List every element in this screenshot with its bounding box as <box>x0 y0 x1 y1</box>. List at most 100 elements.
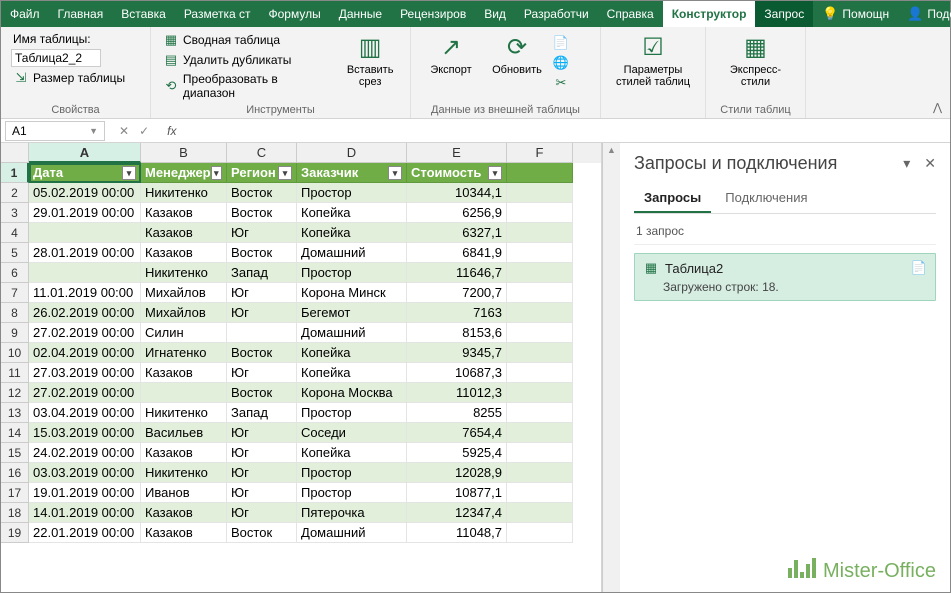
table-cell[interactable]: 15.03.2019 00:00 <box>29 423 141 443</box>
empty-cell[interactable] <box>507 363 573 383</box>
table-cell[interactable]: Казаков <box>141 523 227 543</box>
table-cell[interactable]: Казаков <box>141 503 227 523</box>
table-cell[interactable]: Восток <box>227 243 297 263</box>
table-cell[interactable]: Юг <box>227 223 297 243</box>
query-item[interactable]: ▦Таблица2 📄 Загружено строк: 18. <box>634 253 936 301</box>
table-cell[interactable]: Простор <box>297 463 407 483</box>
table-cell[interactable]: Бегемот <box>297 303 407 323</box>
tab-9[interactable]: Справка <box>598 1 663 27</box>
table-cell[interactable]: Домашний <box>297 523 407 543</box>
table-cell[interactable]: Иванов <box>141 483 227 503</box>
table-cell[interactable]: 6841,9 <box>407 243 507 263</box>
open-browser-icon[interactable]: 🌐 <box>553 55 569 71</box>
pane-tab-queries[interactable]: Запросы <box>634 184 711 213</box>
query-item-menu-icon[interactable]: 📄 <box>911 260 927 276</box>
table-cell[interactable]: Пятерочка <box>297 503 407 523</box>
empty-cell[interactable] <box>507 403 573 423</box>
col-header-f[interactable]: F <box>507 143 573 163</box>
table-cell[interactable]: Простор <box>297 403 407 423</box>
refresh-button[interactable]: ⟳Обновить <box>487 31 547 78</box>
row-header[interactable]: 4 <box>1 223 29 243</box>
empty-cell[interactable] <box>507 463 573 483</box>
table-cell[interactable]: Никитенко <box>141 183 227 203</box>
table-cell[interactable]: Корона Минск <box>297 283 407 303</box>
empty-cell[interactable] <box>507 523 573 543</box>
table-cell[interactable]: Запад <box>227 403 297 423</box>
name-box[interactable]: A1▼ <box>5 121 105 141</box>
help-button[interactable]: 💡Помощн <box>813 1 898 27</box>
tab-2[interactable]: Вставка <box>112 1 175 27</box>
col-header-b[interactable]: B <box>141 143 227 163</box>
empty-cell[interactable] <box>507 243 573 263</box>
filter-dropdown-icon[interactable]: ▾ <box>211 166 222 180</box>
table-header-cell[interactable]: Заказчик▾ <box>297 163 407 183</box>
vertical-scrollbar[interactable]: ▲ <box>602 143 620 592</box>
table-cell[interactable]: 26.02.2019 00:00 <box>29 303 141 323</box>
filter-dropdown-icon[interactable]: ▾ <box>278 166 292 180</box>
col-header-d[interactable]: D <box>297 143 407 163</box>
row-header[interactable]: 17 <box>1 483 29 503</box>
table-cell[interactable]: 24.02.2019 00:00 <box>29 443 141 463</box>
table-cell[interactable]: 28.01.2019 00:00 <box>29 243 141 263</box>
table-cell[interactable]: 7163 <box>407 303 507 323</box>
row-header[interactable]: 19 <box>1 523 29 543</box>
table-cell[interactable]: 5925,4 <box>407 443 507 463</box>
table-cell[interactable]: 03.04.2019 00:00 <box>29 403 141 423</box>
table-name-input[interactable] <box>11 49 101 67</box>
convert-range-button[interactable]: ⟲Преобразовать в диапазон <box>161 71 334 101</box>
table-cell[interactable]: 7654,4 <box>407 423 507 443</box>
express-styles-button[interactable]: ▦Экспресс-стили <box>716 31 795 90</box>
row-header[interactable]: 12 <box>1 383 29 403</box>
table-cell[interactable]: 7200,7 <box>407 283 507 303</box>
table-cell[interactable]: Домашний <box>297 323 407 343</box>
table-cell[interactable]: Юг <box>227 363 297 383</box>
table-header-cell[interactable]: Менеджер▾ <box>141 163 227 183</box>
export-button[interactable]: ↗Экспорт <box>421 31 481 78</box>
table-cell[interactable]: 12347,4 <box>407 503 507 523</box>
table-cell[interactable]: 19.01.2019 00:00 <box>29 483 141 503</box>
table-cell[interactable]: Юг <box>227 283 297 303</box>
table-cell[interactable]: Простор <box>297 263 407 283</box>
table-cell[interactable]: 8153,6 <box>407 323 507 343</box>
pane-tab-connections[interactable]: Подключения <box>715 184 817 213</box>
table-cell[interactable]: 14.01.2019 00:00 <box>29 503 141 523</box>
table-cell[interactable]: 02.04.2019 00:00 <box>29 343 141 363</box>
table-cell[interactable]: 11012,3 <box>407 383 507 403</box>
pivot-table-button[interactable]: ▦Сводная таблица <box>161 31 334 49</box>
row-header[interactable]: 10 <box>1 343 29 363</box>
table-cell[interactable]: Запад <box>227 263 297 283</box>
row-header[interactable]: 9 <box>1 323 29 343</box>
table-cell[interactable]: 22.01.2019 00:00 <box>29 523 141 543</box>
empty-cell[interactable] <box>507 263 573 283</box>
empty-cell[interactable] <box>507 163 573 183</box>
table-cell[interactable] <box>29 263 141 283</box>
empty-cell[interactable] <box>507 223 573 243</box>
remove-duplicates-button[interactable]: ▤Удалить дубликаты <box>161 51 334 69</box>
col-header-c[interactable]: C <box>227 143 297 163</box>
table-cell[interactable]: Михайлов <box>141 283 227 303</box>
props-icon[interactable]: 📄 <box>553 35 569 51</box>
table-cell[interactable]: Восток <box>227 523 297 543</box>
table-cell[interactable]: Казаков <box>141 443 227 463</box>
empty-cell[interactable] <box>507 183 573 203</box>
filter-dropdown-icon[interactable]: ▾ <box>488 166 502 180</box>
row-header[interactable]: 3 <box>1 203 29 223</box>
table-cell[interactable]: Восток <box>227 183 297 203</box>
table-cell[interactable]: 11.01.2019 00:00 <box>29 283 141 303</box>
empty-cell[interactable] <box>507 483 573 503</box>
table-cell[interactable]: 10687,3 <box>407 363 507 383</box>
empty-cell[interactable] <box>507 343 573 363</box>
row-header[interactable]: 15 <box>1 443 29 463</box>
tab-6[interactable]: Рецензиров <box>391 1 475 27</box>
tab-7[interactable]: Вид <box>475 1 515 27</box>
table-cell[interactable]: Никитенко <box>141 263 227 283</box>
row-header[interactable]: 14 <box>1 423 29 443</box>
tab-3[interactable]: Разметка ст <box>175 1 260 27</box>
tab-10[interactable]: Конструктор <box>663 1 756 27</box>
table-cell[interactable]: Юг <box>227 303 297 323</box>
table-cell[interactable]: Казаков <box>141 363 227 383</box>
table-cell[interactable]: Копейка <box>297 203 407 223</box>
table-cell[interactable]: Восток <box>227 383 297 403</box>
row-header[interactable]: 5 <box>1 243 29 263</box>
col-header-e[interactable]: E <box>407 143 507 163</box>
